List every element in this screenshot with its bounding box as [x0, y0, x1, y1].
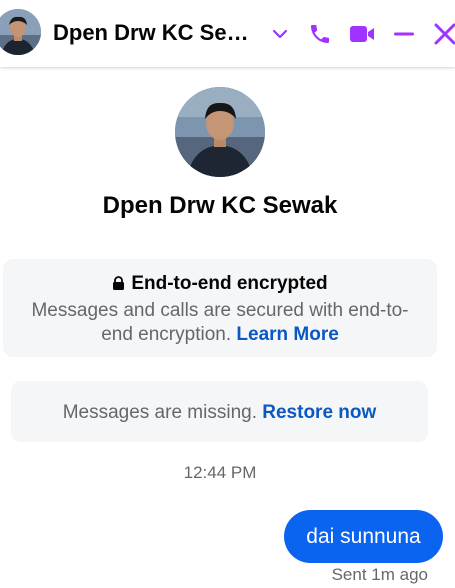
missing-messages-notice: Messages are missing. Restore now [11, 381, 428, 442]
restore-now-link[interactable]: Restore now [262, 402, 376, 423]
outgoing-message-bubble[interactable]: dai sunnuna [284, 510, 443, 563]
encryption-title: End-to-end encrypted [131, 273, 328, 294]
encryption-notice: End-to-end encrypted Messages and calls … [3, 259, 437, 357]
minimize-icon[interactable] [388, 18, 420, 50]
message-status: Sent 1m ago [331, 565, 428, 584]
encryption-description: Messages and calls are secured with end-… [31, 300, 409, 345]
chat-header: Dpen Drw KC Se… [0, 0, 455, 67]
message-text: dai sunnuna [306, 524, 421, 548]
missing-messages-text: Messages are missing. [62, 402, 257, 423]
chevron-down-icon[interactable] [264, 18, 296, 50]
video-camera-icon[interactable] [346, 18, 378, 50]
contact-name[interactable]: Dpen Drw KC Se… [53, 20, 258, 46]
lock-icon [112, 274, 125, 296]
phone-icon[interactable] [304, 18, 336, 50]
profile-avatar[interactable] [175, 87, 265, 177]
message-timestamp: 12:44 PM [183, 463, 257, 482]
contact-avatar[interactable] [0, 9, 41, 55]
learn-more-link[interactable]: Learn More [236, 324, 338, 345]
close-icon[interactable] [429, 18, 455, 50]
profile-name: Dpen Drw KC Sewak [102, 192, 338, 219]
